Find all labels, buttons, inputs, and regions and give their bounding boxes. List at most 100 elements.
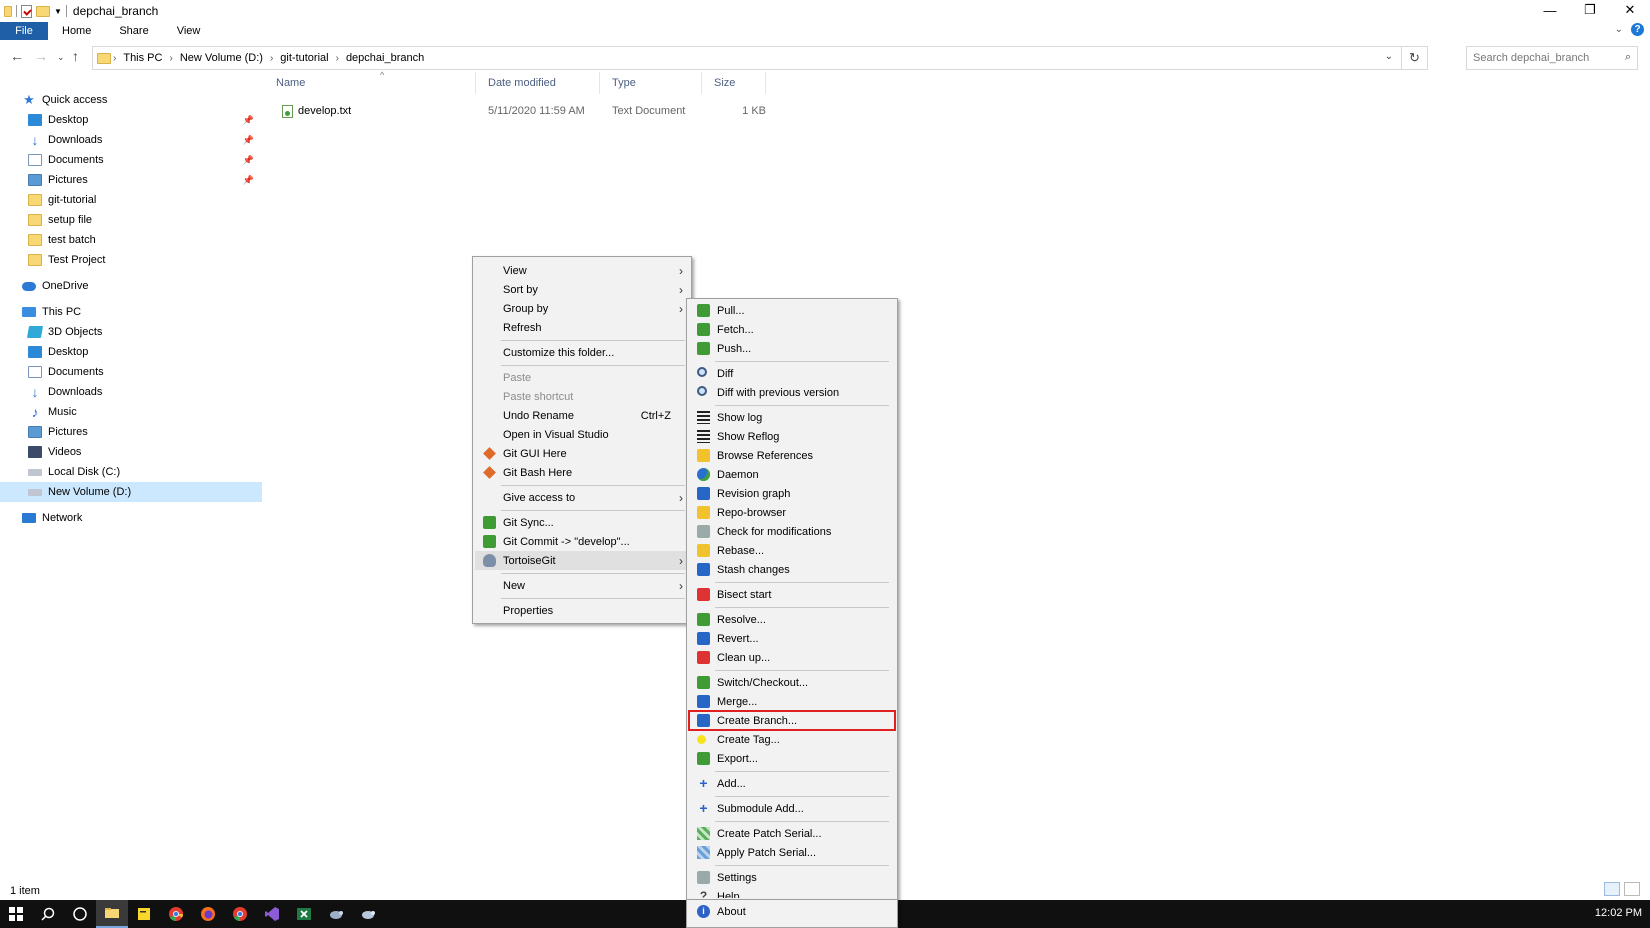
menu-item-rebase[interactable]: Rebase... bbox=[689, 541, 895, 560]
search-button[interactable] bbox=[32, 900, 64, 928]
menu-item-sort-by[interactable]: Sort by › bbox=[475, 280, 689, 299]
menu-item-about[interactable]: i About bbox=[689, 902, 895, 921]
menu-item-git-gui[interactable]: Git GUI Here bbox=[475, 444, 689, 463]
pin-icon[interactable]: 📌 bbox=[243, 175, 254, 186]
breadcrumb-new-volume[interactable]: New Volume (D:) bbox=[175, 52, 268, 64]
menu-item-git-commit[interactable]: Git Commit -> "develop"... bbox=[475, 532, 689, 551]
start-button[interactable] bbox=[0, 900, 32, 928]
nav-item-music[interactable]: ♪ Music bbox=[0, 402, 262, 422]
menu-item-new[interactable]: New › bbox=[475, 576, 689, 595]
menu-item-bisect-start[interactable]: Bisect start bbox=[689, 585, 895, 604]
menu-item-add[interactable]: + Add... bbox=[689, 774, 895, 793]
menu-item-create-patch-serial[interactable]: Create Patch Serial... bbox=[689, 824, 895, 843]
menu-item-give-access[interactable]: Give access to › bbox=[475, 488, 689, 507]
menu-item-switch-checkout[interactable]: Switch/Checkout... bbox=[689, 673, 895, 692]
pin-icon[interactable]: 📌 bbox=[243, 115, 254, 126]
nav-item-test-project[interactable]: Test Project bbox=[0, 250, 262, 270]
taskbar-tortoisegit-2[interactable] bbox=[352, 900, 384, 928]
customize-qa-chevron-icon[interactable]: ▼ bbox=[54, 7, 62, 16]
breadcrumb-this-pc[interactable]: This PC bbox=[118, 52, 167, 64]
nav-item-local-disk-c[interactable]: Local Disk (C:) bbox=[0, 462, 262, 482]
menu-item-revert[interactable]: Revert... bbox=[689, 629, 895, 648]
menu-item-pull[interactable]: Pull... bbox=[689, 301, 895, 320]
up-arrow-icon[interactable]: ↑ bbox=[72, 48, 79, 64]
details-view-button[interactable] bbox=[1604, 882, 1620, 896]
forward-arrow-icon[interactable]: → bbox=[34, 48, 48, 64]
nav-this-pc[interactable]: This PC bbox=[0, 302, 262, 322]
menu-item-create-tag[interactable]: Create Tag... bbox=[689, 730, 895, 749]
menu-item-group-by[interactable]: Group by › bbox=[475, 299, 689, 318]
breadcrumb-git-tutorial[interactable]: git-tutorial bbox=[275, 52, 333, 64]
nav-item-test-batch[interactable]: test batch bbox=[0, 230, 262, 250]
nav-item-desktop[interactable]: Desktop 📌 bbox=[0, 110, 262, 130]
nav-item-3d-objects[interactable]: 3D Objects bbox=[0, 322, 262, 342]
menu-item-git-bash[interactable]: Git Bash Here bbox=[475, 463, 689, 482]
menu-item-stash-changes[interactable]: Stash changes bbox=[689, 560, 895, 579]
nav-item-pictures[interactable]: Pictures 📌 bbox=[0, 170, 262, 190]
menu-item-paste[interactable]: Paste bbox=[475, 368, 689, 387]
menu-item-export[interactable]: Export... bbox=[689, 749, 895, 768]
menu-item-repo-browser[interactable]: Repo-browser bbox=[689, 503, 895, 522]
nav-item-pc-pictures[interactable]: Pictures bbox=[0, 422, 262, 442]
menu-item-settings[interactable]: Settings bbox=[689, 868, 895, 887]
maximize-button[interactable]: ❐ bbox=[1570, 0, 1610, 20]
help-icon[interactable]: ? bbox=[1631, 23, 1644, 36]
nav-quick-access[interactable]: ★ Quick access bbox=[0, 90, 262, 110]
menu-item-submodule-add[interactable]: + Submodule Add... bbox=[689, 799, 895, 818]
address-bar[interactable]: › This PC › New Volume (D:) › git-tutori… bbox=[92, 46, 1428, 70]
column-size[interactable]: Size bbox=[702, 72, 766, 94]
pin-icon[interactable]: 📌 bbox=[243, 135, 254, 146]
tab-home[interactable]: Home bbox=[48, 22, 105, 40]
column-name[interactable]: Name bbox=[264, 72, 476, 94]
menu-item-view[interactable]: View › bbox=[475, 261, 689, 280]
column-type[interactable]: Type bbox=[600, 72, 702, 94]
tab-view[interactable]: View bbox=[163, 22, 215, 40]
taskbar-chrome-2[interactable] bbox=[224, 900, 256, 928]
taskbar-tortoisegit[interactable] bbox=[320, 900, 352, 928]
chevron-right-icon[interactable]: › bbox=[167, 53, 174, 64]
refresh-icon[interactable]: ↻ bbox=[1401, 47, 1427, 69]
menu-item-browse-references[interactable]: Browse References bbox=[689, 446, 895, 465]
menu-item-customize-folder[interactable]: Customize this folder... bbox=[475, 343, 689, 362]
properties-icon[interactable] bbox=[21, 4, 32, 18]
new-folder-icon[interactable] bbox=[36, 5, 50, 17]
nav-item-pc-documents[interactable]: Documents bbox=[0, 362, 262, 382]
menu-item-revision-graph[interactable]: Revision graph bbox=[689, 484, 895, 503]
menu-item-create-branch[interactable]: Create Branch... bbox=[688, 710, 896, 731]
taskbar-chrome[interactable] bbox=[160, 900, 192, 928]
menu-item-tortoisegit[interactable]: TortoiseGit › bbox=[475, 551, 689, 570]
menu-item-fetch[interactable]: Fetch... bbox=[689, 320, 895, 339]
recent-locations-chevron-icon[interactable]: ⌄ bbox=[57, 52, 65, 63]
menu-item-apply-patch-serial[interactable]: Apply Patch Serial... bbox=[689, 843, 895, 862]
chevron-right-icon[interactable]: › bbox=[334, 53, 341, 64]
menu-item-diff-previous[interactable]: Diff with previous version bbox=[689, 383, 895, 402]
menu-item-diff[interactable]: Diff bbox=[689, 364, 895, 383]
menu-item-undo-rename[interactable]: Undo Rename Ctrl+Z bbox=[475, 406, 689, 425]
menu-item-resolve[interactable]: Resolve... bbox=[689, 610, 895, 629]
search-input[interactable]: Search depchai_branch ⌕ bbox=[1466, 46, 1638, 70]
expand-ribbon-icon[interactable]: ⌄ bbox=[1615, 24, 1623, 35]
large-icons-view-button[interactable] bbox=[1624, 882, 1640, 896]
nav-item-pc-desktop[interactable]: Desktop bbox=[0, 342, 262, 362]
column-date-modified[interactable]: Date modified bbox=[476, 72, 600, 94]
file-row[interactable]: develop.txt 5/11/2020 11:59 AM Text Docu… bbox=[264, 101, 766, 121]
menu-item-merge[interactable]: Merge... bbox=[689, 692, 895, 711]
taskbar-visual-studio[interactable] bbox=[256, 900, 288, 928]
taskbar-excel[interactable] bbox=[288, 900, 320, 928]
chevron-right-icon[interactable]: › bbox=[111, 53, 118, 64]
back-arrow-icon[interactable]: ← bbox=[10, 48, 24, 64]
nav-item-pc-downloads[interactable]: ↓ Downloads bbox=[0, 382, 262, 402]
nav-item-documents[interactable]: Documents 📌 bbox=[0, 150, 262, 170]
menu-item-paste-shortcut[interactable]: Paste shortcut bbox=[475, 387, 689, 406]
menu-item-show-reflog[interactable]: Show Reflog bbox=[689, 427, 895, 446]
nav-item-setup-file[interactable]: setup file bbox=[0, 210, 262, 230]
taskbar-clock[interactable]: 12:02 PM bbox=[1595, 907, 1642, 919]
nav-item-downloads[interactable]: ↓ Downloads 📌 bbox=[0, 130, 262, 150]
menu-item-properties[interactable]: Properties bbox=[475, 601, 689, 620]
nav-item-new-volume-d[interactable]: New Volume (D:) bbox=[0, 482, 262, 502]
menu-item-open-visual-studio[interactable]: Open in Visual Studio bbox=[475, 425, 689, 444]
menu-item-check-modifications[interactable]: Check for modifications bbox=[689, 522, 895, 541]
pin-icon[interactable]: 📌 bbox=[243, 155, 254, 166]
menu-item-show-log[interactable]: Show log bbox=[689, 408, 895, 427]
nav-item-videos[interactable]: Videos bbox=[0, 442, 262, 462]
